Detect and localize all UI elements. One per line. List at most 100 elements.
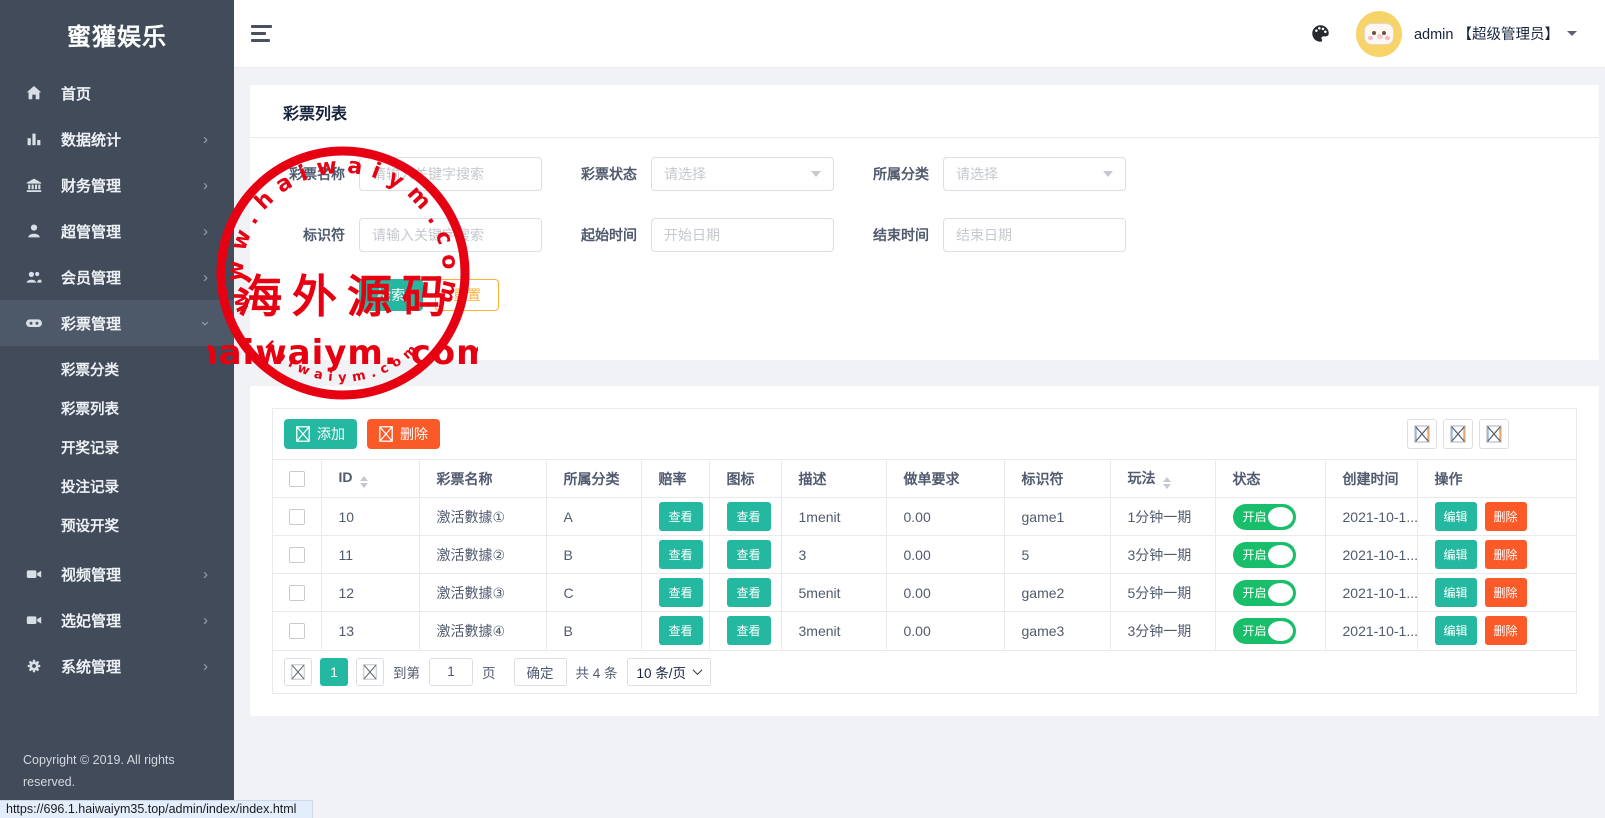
cell-id: 13 bbox=[321, 612, 419, 650]
table-toolbar: 添加 删除 bbox=[273, 409, 1576, 459]
broken-image-icon bbox=[363, 664, 377, 680]
status-toggle[interactable]: 开启 bbox=[1233, 618, 1296, 644]
sidebar-item-finance[interactable]: 财务管理 › bbox=[0, 162, 234, 208]
user-dropdown[interactable]: admin 【超级管理员】 bbox=[1414, 23, 1577, 44]
sidebar-item-superadmin[interactable]: 超管管理 › bbox=[0, 208, 234, 254]
sidebar-item-home[interactable]: 首页 bbox=[0, 70, 234, 116]
add-button-label: 添加 bbox=[317, 424, 345, 444]
sort-icon[interactable] bbox=[1163, 477, 1171, 489]
status-toggle[interactable]: 开启 bbox=[1233, 542, 1296, 568]
theme-palette-icon[interactable] bbox=[1311, 24, 1330, 43]
next-page-button[interactable] bbox=[356, 658, 384, 686]
search-button[interactable]: 检索 bbox=[359, 279, 423, 311]
edit-button[interactable]: 编辑 bbox=[1435, 616, 1477, 645]
sidebar-item-lottery-category[interactable]: 彩票分类 bbox=[0, 350, 234, 389]
sidebar-item-preset-draw[interactable]: 预设开奖 bbox=[0, 506, 234, 545]
edit-button[interactable]: 编辑 bbox=[1435, 502, 1477, 531]
sidebar-item-concubine[interactable]: 选妃管理 › bbox=[0, 597, 234, 643]
cell-identifier: game2 bbox=[1004, 574, 1110, 612]
row-delete-button[interactable]: 删除 bbox=[1485, 502, 1527, 531]
caret-down-icon bbox=[811, 171, 821, 177]
lottery-status-select[interactable]: 请选择 bbox=[651, 157, 834, 191]
row-checkbox[interactable] bbox=[289, 623, 305, 639]
page-number-active[interactable]: 1 bbox=[320, 658, 348, 686]
row-checkbox[interactable] bbox=[289, 547, 305, 563]
table-row: 13 激活數據④ B 查看 查看 3menit 0.00 game3 3分钟一期… bbox=[273, 612, 1576, 650]
sidebar-item-label: 选妃管理 bbox=[61, 610, 203, 631]
cell-name: 激活數據② bbox=[419, 536, 546, 574]
category-select[interactable]: 请选择 bbox=[943, 157, 1126, 191]
prev-page-button[interactable] bbox=[284, 658, 312, 686]
table-tool-button-2[interactable] bbox=[1443, 419, 1473, 449]
row-delete-button[interactable]: 删除 bbox=[1485, 578, 1527, 607]
page-title: 彩票列表 bbox=[283, 106, 347, 123]
sidebar-item-stats[interactable]: 数据统计 › bbox=[0, 116, 234, 162]
view-odds-button[interactable]: 查看 bbox=[659, 502, 703, 531]
sidebar-collapse-button[interactable] bbox=[251, 25, 273, 42]
sidebar-item-lottery[interactable]: 彩票管理 › bbox=[0, 300, 234, 346]
cell-id: 10 bbox=[321, 498, 419, 536]
page-unit-label: 页 bbox=[482, 662, 496, 682]
category-label: 所属分类 bbox=[867, 164, 929, 184]
cell-name: 激活數據③ bbox=[419, 574, 546, 612]
sidebar-item-label: 财务管理 bbox=[61, 175, 203, 196]
col-status: 状态 bbox=[1233, 471, 1261, 487]
cell-category: A bbox=[546, 498, 641, 536]
view-icon-button[interactable]: 查看 bbox=[727, 502, 771, 531]
row-delete-button[interactable]: 删除 bbox=[1485, 540, 1527, 569]
sidebar-item-label: 首页 bbox=[61, 83, 208, 104]
row-delete-button[interactable]: 删除 bbox=[1485, 616, 1527, 645]
copyright: Copyright © 2019. All rights reserved. bbox=[23, 749, 175, 793]
status-toggle[interactable]: 开启 bbox=[1233, 580, 1296, 606]
toggle-knob bbox=[1268, 621, 1293, 641]
reset-button[interactable]: 重置 bbox=[435, 279, 499, 311]
edit-button[interactable]: 编辑 bbox=[1435, 540, 1477, 569]
select-all-checkbox[interactable] bbox=[289, 471, 305, 487]
edit-button[interactable]: 编辑 bbox=[1435, 578, 1477, 607]
cell-play: 3分钟一期 bbox=[1110, 536, 1215, 574]
sidebar-item-bet-records[interactable]: 投注记录 bbox=[0, 467, 234, 506]
sidebar-item-members[interactable]: 会员管理 › bbox=[0, 254, 234, 300]
view-odds-button[interactable]: 查看 bbox=[659, 540, 703, 569]
start-date-input[interactable] bbox=[651, 218, 834, 252]
table-tool-button-1[interactable] bbox=[1407, 419, 1437, 449]
delete-button[interactable]: 删除 bbox=[367, 419, 440, 449]
table-tool-button-3[interactable] bbox=[1479, 419, 1509, 449]
page-size-select[interactable]: 10 条/页 bbox=[627, 658, 712, 686]
delete-button-label: 删除 bbox=[400, 424, 428, 444]
broken-image-icon bbox=[1486, 425, 1502, 443]
view-odds-button[interactable]: 查看 bbox=[659, 578, 703, 607]
select-placeholder: 请选择 bbox=[664, 164, 706, 184]
identifier-input[interactable] bbox=[359, 218, 542, 252]
chevron-right-icon: › bbox=[203, 223, 208, 240]
add-button[interactable]: 添加 bbox=[284, 419, 357, 449]
end-date-input[interactable] bbox=[943, 218, 1126, 252]
sidebar-item-system[interactable]: 系统管理 › bbox=[0, 643, 234, 689]
row-checkbox[interactable] bbox=[289, 585, 305, 601]
toggle-knob bbox=[1268, 545, 1293, 565]
cell-desc: 3 bbox=[781, 536, 886, 574]
identifier-label: 标识符 bbox=[283, 225, 345, 245]
table-row: 10 激活數據① A 查看 查看 1menit 0.00 game1 1分钟一期… bbox=[273, 498, 1576, 536]
cell-order-req: 0.00 bbox=[886, 574, 1004, 612]
video-icon bbox=[24, 565, 44, 583]
copyright-line: reserved. bbox=[23, 771, 175, 793]
row-checkbox[interactable] bbox=[289, 509, 305, 525]
sidebar-item-lottery-list[interactable]: 彩票列表 bbox=[0, 389, 234, 428]
status-toggle[interactable]: 开启 bbox=[1233, 504, 1296, 530]
table-row: 11 激活數據② B 查看 查看 3 0.00 5 3分钟一期 开启 2021- bbox=[273, 536, 1576, 574]
cell-category: B bbox=[546, 536, 641, 574]
user-avatar[interactable] bbox=[1356, 11, 1402, 57]
goto-page-input[interactable] bbox=[429, 658, 473, 686]
lottery-name-input[interactable] bbox=[359, 157, 542, 191]
sidebar-item-draw-records[interactable]: 开奖记录 bbox=[0, 428, 234, 467]
view-icon-button[interactable]: 查看 bbox=[727, 540, 771, 569]
view-icon-button[interactable]: 查看 bbox=[727, 616, 771, 645]
goto-confirm-button[interactable]: 确定 bbox=[514, 658, 567, 686]
view-odds-button[interactable]: 查看 bbox=[659, 616, 703, 645]
sidebar-item-video[interactable]: 视频管理 › bbox=[0, 551, 234, 597]
broken-image-icon bbox=[296, 426, 310, 442]
broken-image-icon bbox=[1450, 425, 1466, 443]
sort-icon[interactable] bbox=[360, 476, 368, 488]
view-icon-button[interactable]: 查看 bbox=[727, 578, 771, 607]
